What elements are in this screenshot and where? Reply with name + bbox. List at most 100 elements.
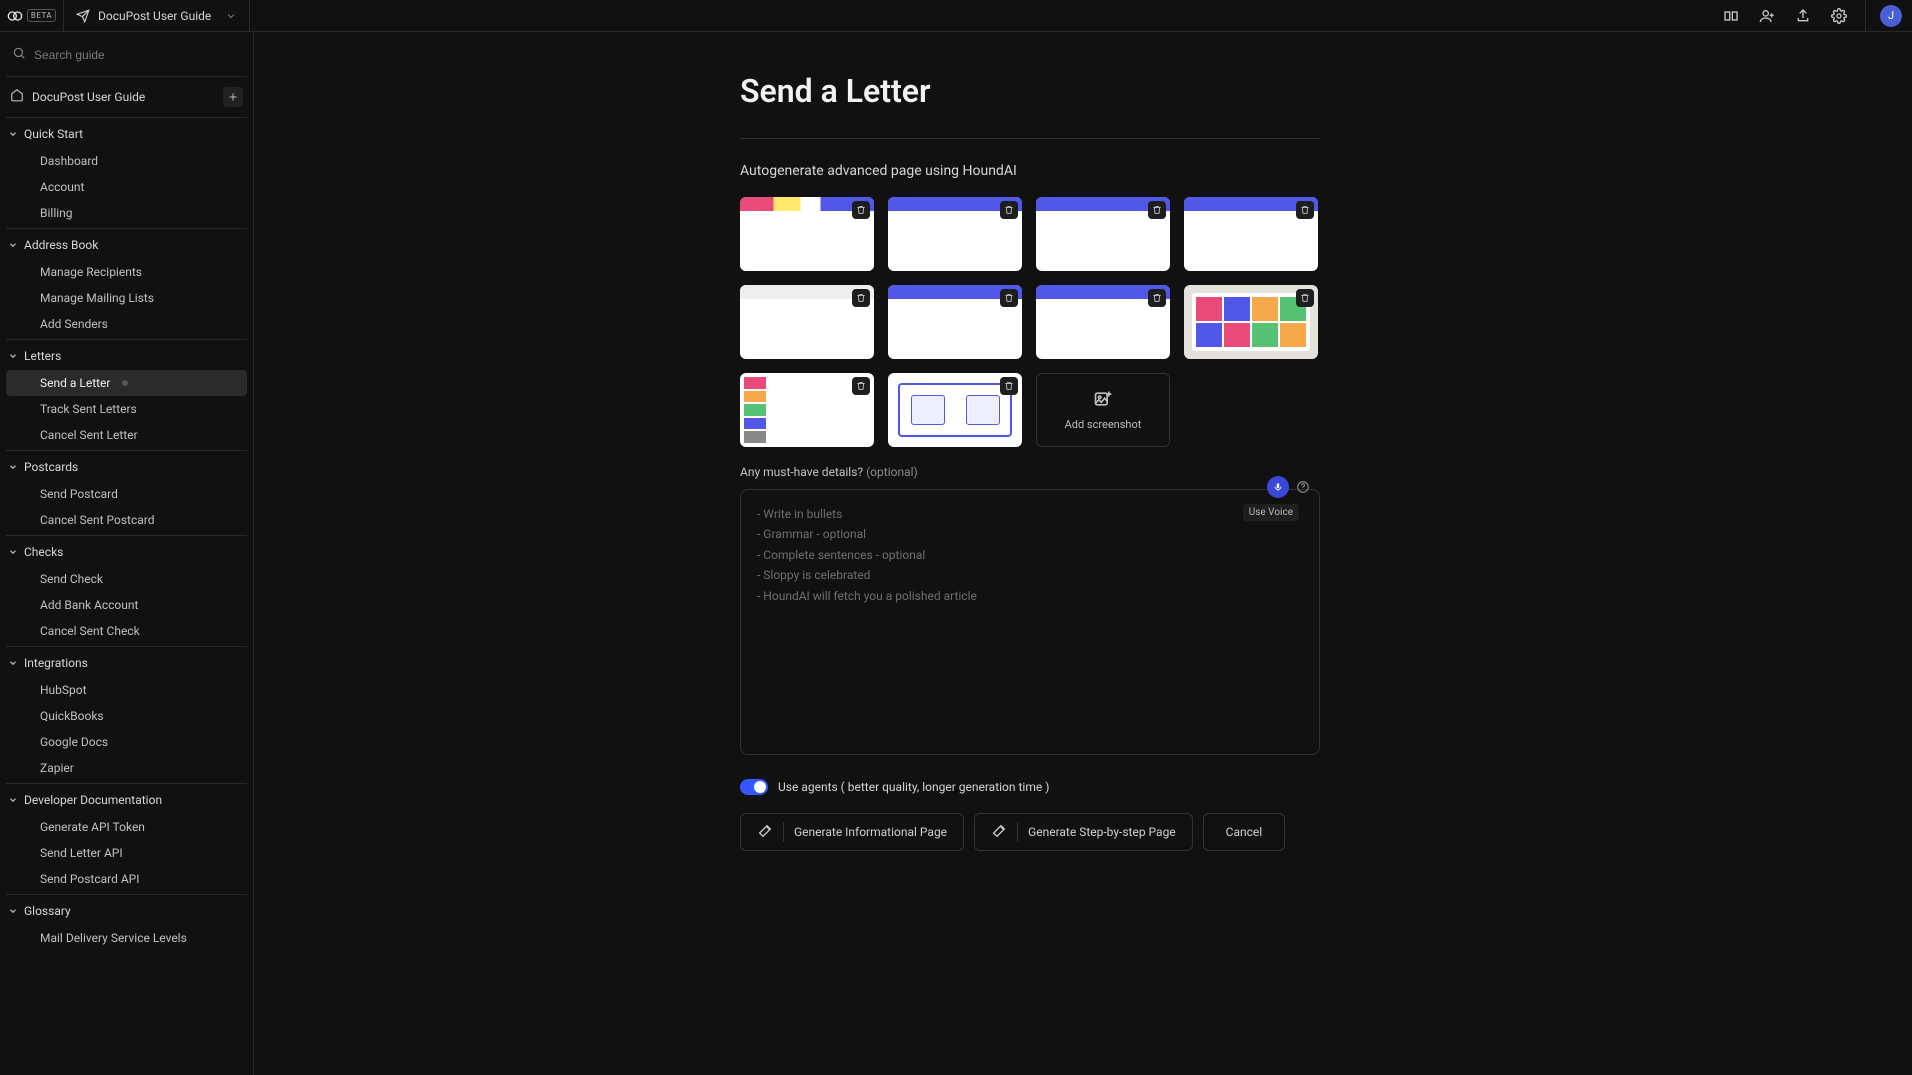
app-logo-box[interactable]: BETA [0, 0, 64, 31]
screenshot-thumb[interactable] [740, 373, 874, 447]
sidebar-section-glossary[interactable]: Glossary [6, 897, 247, 925]
sidebar: DocuPost User Guide Quick Start Dashboar… [0, 32, 254, 1075]
sidebar-section-address-book[interactable]: Address Book [6, 231, 247, 259]
tree-item-google-docs[interactable]: Google Docs [6, 729, 247, 755]
voice-input-button[interactable] [1267, 476, 1289, 498]
tree-address-book: Manage Recipients Manage Mailing Lists A… [6, 259, 247, 337]
delete-screenshot-button[interactable] [1000, 377, 1018, 395]
tree-item-manage-mailing-lists[interactable]: Manage Mailing Lists [6, 285, 247, 311]
active-dot-icon [122, 380, 128, 386]
tree-item-mail-delivery-service-levels[interactable]: Mail Delivery Service Levels [6, 925, 247, 951]
divider [6, 535, 247, 536]
sidebar-home-row[interactable]: DocuPost User Guide [6, 79, 247, 115]
section-label: Glossary [24, 904, 71, 918]
delete-screenshot-button[interactable] [1000, 201, 1018, 219]
tree-item-cancel-sent-letter[interactable]: Cancel Sent Letter [6, 422, 247, 448]
tree-glossary: Mail Delivery Service Levels [6, 925, 247, 951]
delete-screenshot-button[interactable] [1296, 201, 1314, 219]
tree-item-send-postcard[interactable]: Send Postcard [6, 481, 247, 507]
tree-item-send-letter-api[interactable]: Send Letter API [6, 840, 247, 866]
sidebar-section-quick-start[interactable]: Quick Start [6, 120, 247, 148]
delete-screenshot-button[interactable] [1148, 289, 1166, 307]
tree-item-track-sent-letters[interactable]: Track Sent Letters [6, 396, 247, 422]
section-label: Developer Documentation [24, 793, 162, 807]
topbar-separator [1865, 0, 1866, 32]
tab-current-guide[interactable]: DocuPost User Guide [64, 0, 250, 31]
tree-developer-docs: Generate API Token Send Letter API Send … [6, 814, 247, 892]
sidebar-section-letters[interactable]: Letters [6, 342, 247, 370]
generate-informational-button[interactable]: Generate Informational Page [740, 813, 964, 851]
app-logo-icon [7, 8, 23, 24]
tree-item-send-a-letter[interactable]: Send a Letter [6, 370, 247, 396]
content-area: Send a Letter Autogenerate advanced page… [254, 32, 1912, 1075]
tree-item-cancel-sent-check[interactable]: Cancel Sent Check [6, 618, 247, 644]
add-image-icon [1093, 389, 1113, 412]
screenshot-thumb[interactable] [1184, 197, 1318, 271]
tree-item-send-check[interactable]: Send Check [6, 566, 247, 592]
tree-item-billing[interactable]: Billing [6, 200, 247, 226]
tree-item-quickbooks[interactable]: QuickBooks [6, 703, 247, 729]
thumb-body-icon [740, 211, 874, 271]
sidebar-search[interactable] [6, 38, 247, 74]
screenshot-thumb[interactable] [888, 197, 1022, 271]
help-button[interactable] [1295, 479, 1311, 495]
delete-screenshot-button[interactable] [1000, 289, 1018, 307]
tree-item-cancel-sent-postcard[interactable]: Cancel Sent Postcard [6, 507, 247, 533]
delete-screenshot-button[interactable] [852, 377, 870, 395]
home-icon [10, 88, 24, 106]
tree-item-add-bank-account[interactable]: Add Bank Account [6, 592, 247, 618]
tree-item-dashboard[interactable]: Dashboard [6, 148, 247, 174]
generate-step-by-step-button[interactable]: Generate Step-by-step Page [974, 813, 1193, 851]
tree-item-account[interactable]: Account [6, 174, 247, 200]
sidebar-section-checks[interactable]: Checks [6, 538, 247, 566]
use-agents-toggle[interactable] [740, 779, 768, 795]
sidebar-section-developer-docs[interactable]: Developer Documentation [6, 786, 247, 814]
sidebar-section-postcards[interactable]: Postcards [6, 453, 247, 481]
tree-item-generate-api-token[interactable]: Generate API Token [6, 814, 247, 840]
library-button[interactable] [1715, 0, 1747, 32]
delete-screenshot-button[interactable] [1148, 201, 1166, 219]
sidebar-add-button[interactable] [223, 87, 243, 107]
topbar-right: J [1715, 0, 1912, 31]
tree-item-manage-recipients[interactable]: Manage Recipients [6, 259, 247, 285]
title-divider [740, 138, 1320, 139]
divider [6, 228, 247, 229]
screenshot-thumb[interactable] [1184, 285, 1318, 359]
screenshot-thumb[interactable] [888, 285, 1022, 359]
details-textarea[interactable] [741, 490, 1319, 750]
screenshot-thumb[interactable] [740, 197, 874, 271]
screenshot-thumb[interactable] [1036, 197, 1170, 271]
tree-letters: Send a Letter Track Sent Letters Cancel … [6, 370, 247, 448]
tree-item-zapier[interactable]: Zapier [6, 755, 247, 781]
thumb-gallery-icon [1192, 293, 1310, 351]
section-label: Postcards [24, 460, 78, 474]
search-input[interactable] [34, 48, 241, 62]
delete-screenshot-button[interactable] [852, 201, 870, 219]
tree-item-send-postcard-api[interactable]: Send Postcard API [6, 866, 247, 892]
divider [6, 76, 247, 77]
cancel-button[interactable]: Cancel [1203, 813, 1286, 851]
delete-screenshot-button[interactable] [1296, 289, 1314, 307]
invite-user-button[interactable] [1751, 0, 1783, 32]
screenshot-thumb[interactable] [888, 373, 1022, 447]
thumb-sidebar-icon [744, 377, 766, 443]
user-avatar[interactable]: J [1880, 5, 1902, 27]
tree-item-add-senders[interactable]: Add Senders [6, 311, 247, 337]
screenshot-thumb[interactable] [740, 285, 874, 359]
sidebar-section-integrations[interactable]: Integrations [6, 649, 247, 677]
screenshot-thumb[interactable] [1036, 285, 1170, 359]
tree-item-hubspot[interactable]: HubSpot [6, 677, 247, 703]
divider [6, 339, 247, 340]
details-field-label: Any must-have details? (optional) [740, 465, 1320, 479]
sidebar-home-label: DocuPost User Guide [32, 90, 145, 104]
share-button[interactable] [1787, 0, 1819, 32]
optional-hint: (optional) [866, 465, 918, 479]
add-screenshot-button[interactable]: Add screenshot [1036, 373, 1170, 447]
divider [6, 117, 247, 118]
delete-screenshot-button[interactable] [852, 289, 870, 307]
use-voice-badge: Use Voice [1243, 504, 1299, 521]
use-agents-row: Use agents ( better quality, longer gene… [740, 779, 1320, 795]
settings-button[interactable] [1823, 0, 1855, 32]
divider [6, 783, 247, 784]
button-label: Generate Informational Page [794, 825, 947, 839]
